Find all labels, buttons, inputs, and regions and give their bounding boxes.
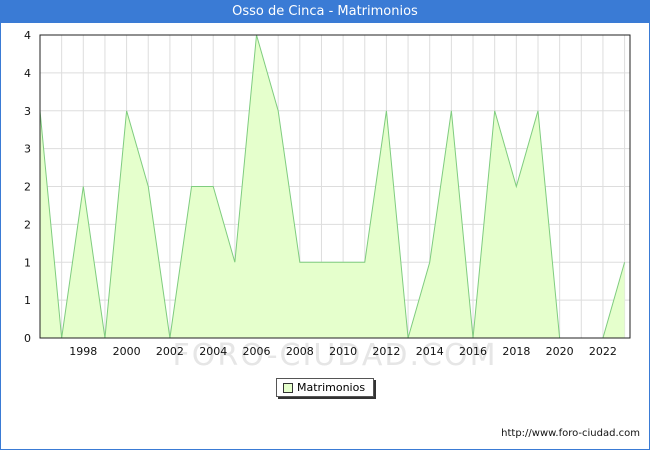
x-tick-label: 2000: [113, 345, 141, 358]
x-tick-label: 2020: [546, 345, 574, 358]
source-url: http://www.foro-ciudad.com: [501, 428, 640, 439]
legend: Matrimonios: [276, 378, 374, 397]
y-tick-label: 2: [24, 181, 31, 194]
x-tick-label: 2008: [286, 345, 314, 358]
y-tick-label: 3: [24, 143, 31, 156]
x-tick-label: 1998: [69, 345, 97, 358]
y-tick-label: 0: [24, 332, 31, 345]
y-tick-label: 3: [24, 105, 31, 118]
x-tick-label: 2022: [589, 345, 617, 358]
x-tick-label: 2004: [199, 345, 227, 358]
x-tick-label: 2006: [243, 345, 271, 358]
y-axis-tick-labels: 0 1 1 2 2 3 3 4 4: [24, 29, 31, 345]
legend-label-matrimonios: Matrimonios: [297, 381, 366, 394]
legend-swatch-matrimonios: [283, 383, 293, 393]
x-axis-tick-labels: 1998 2000 2002 2004 2006 2008 2010 2012 2014 2016…: [69, 345, 617, 358]
y-tick-label: 1: [24, 294, 31, 307]
y-tick-label: 4: [24, 67, 31, 80]
y-tick-label: 1: [24, 256, 31, 269]
x-tick-label: 2016: [459, 345, 487, 358]
y-tick-label: 4: [24, 29, 31, 42]
x-tick-label: 2012: [372, 345, 400, 358]
x-tick-label: 2002: [156, 345, 184, 358]
x-tick-label: 2010: [329, 345, 357, 358]
y-tick-label: 2: [24, 218, 31, 231]
x-tick-label: 2014: [416, 345, 444, 358]
x-tick-label: 2018: [502, 345, 530, 358]
